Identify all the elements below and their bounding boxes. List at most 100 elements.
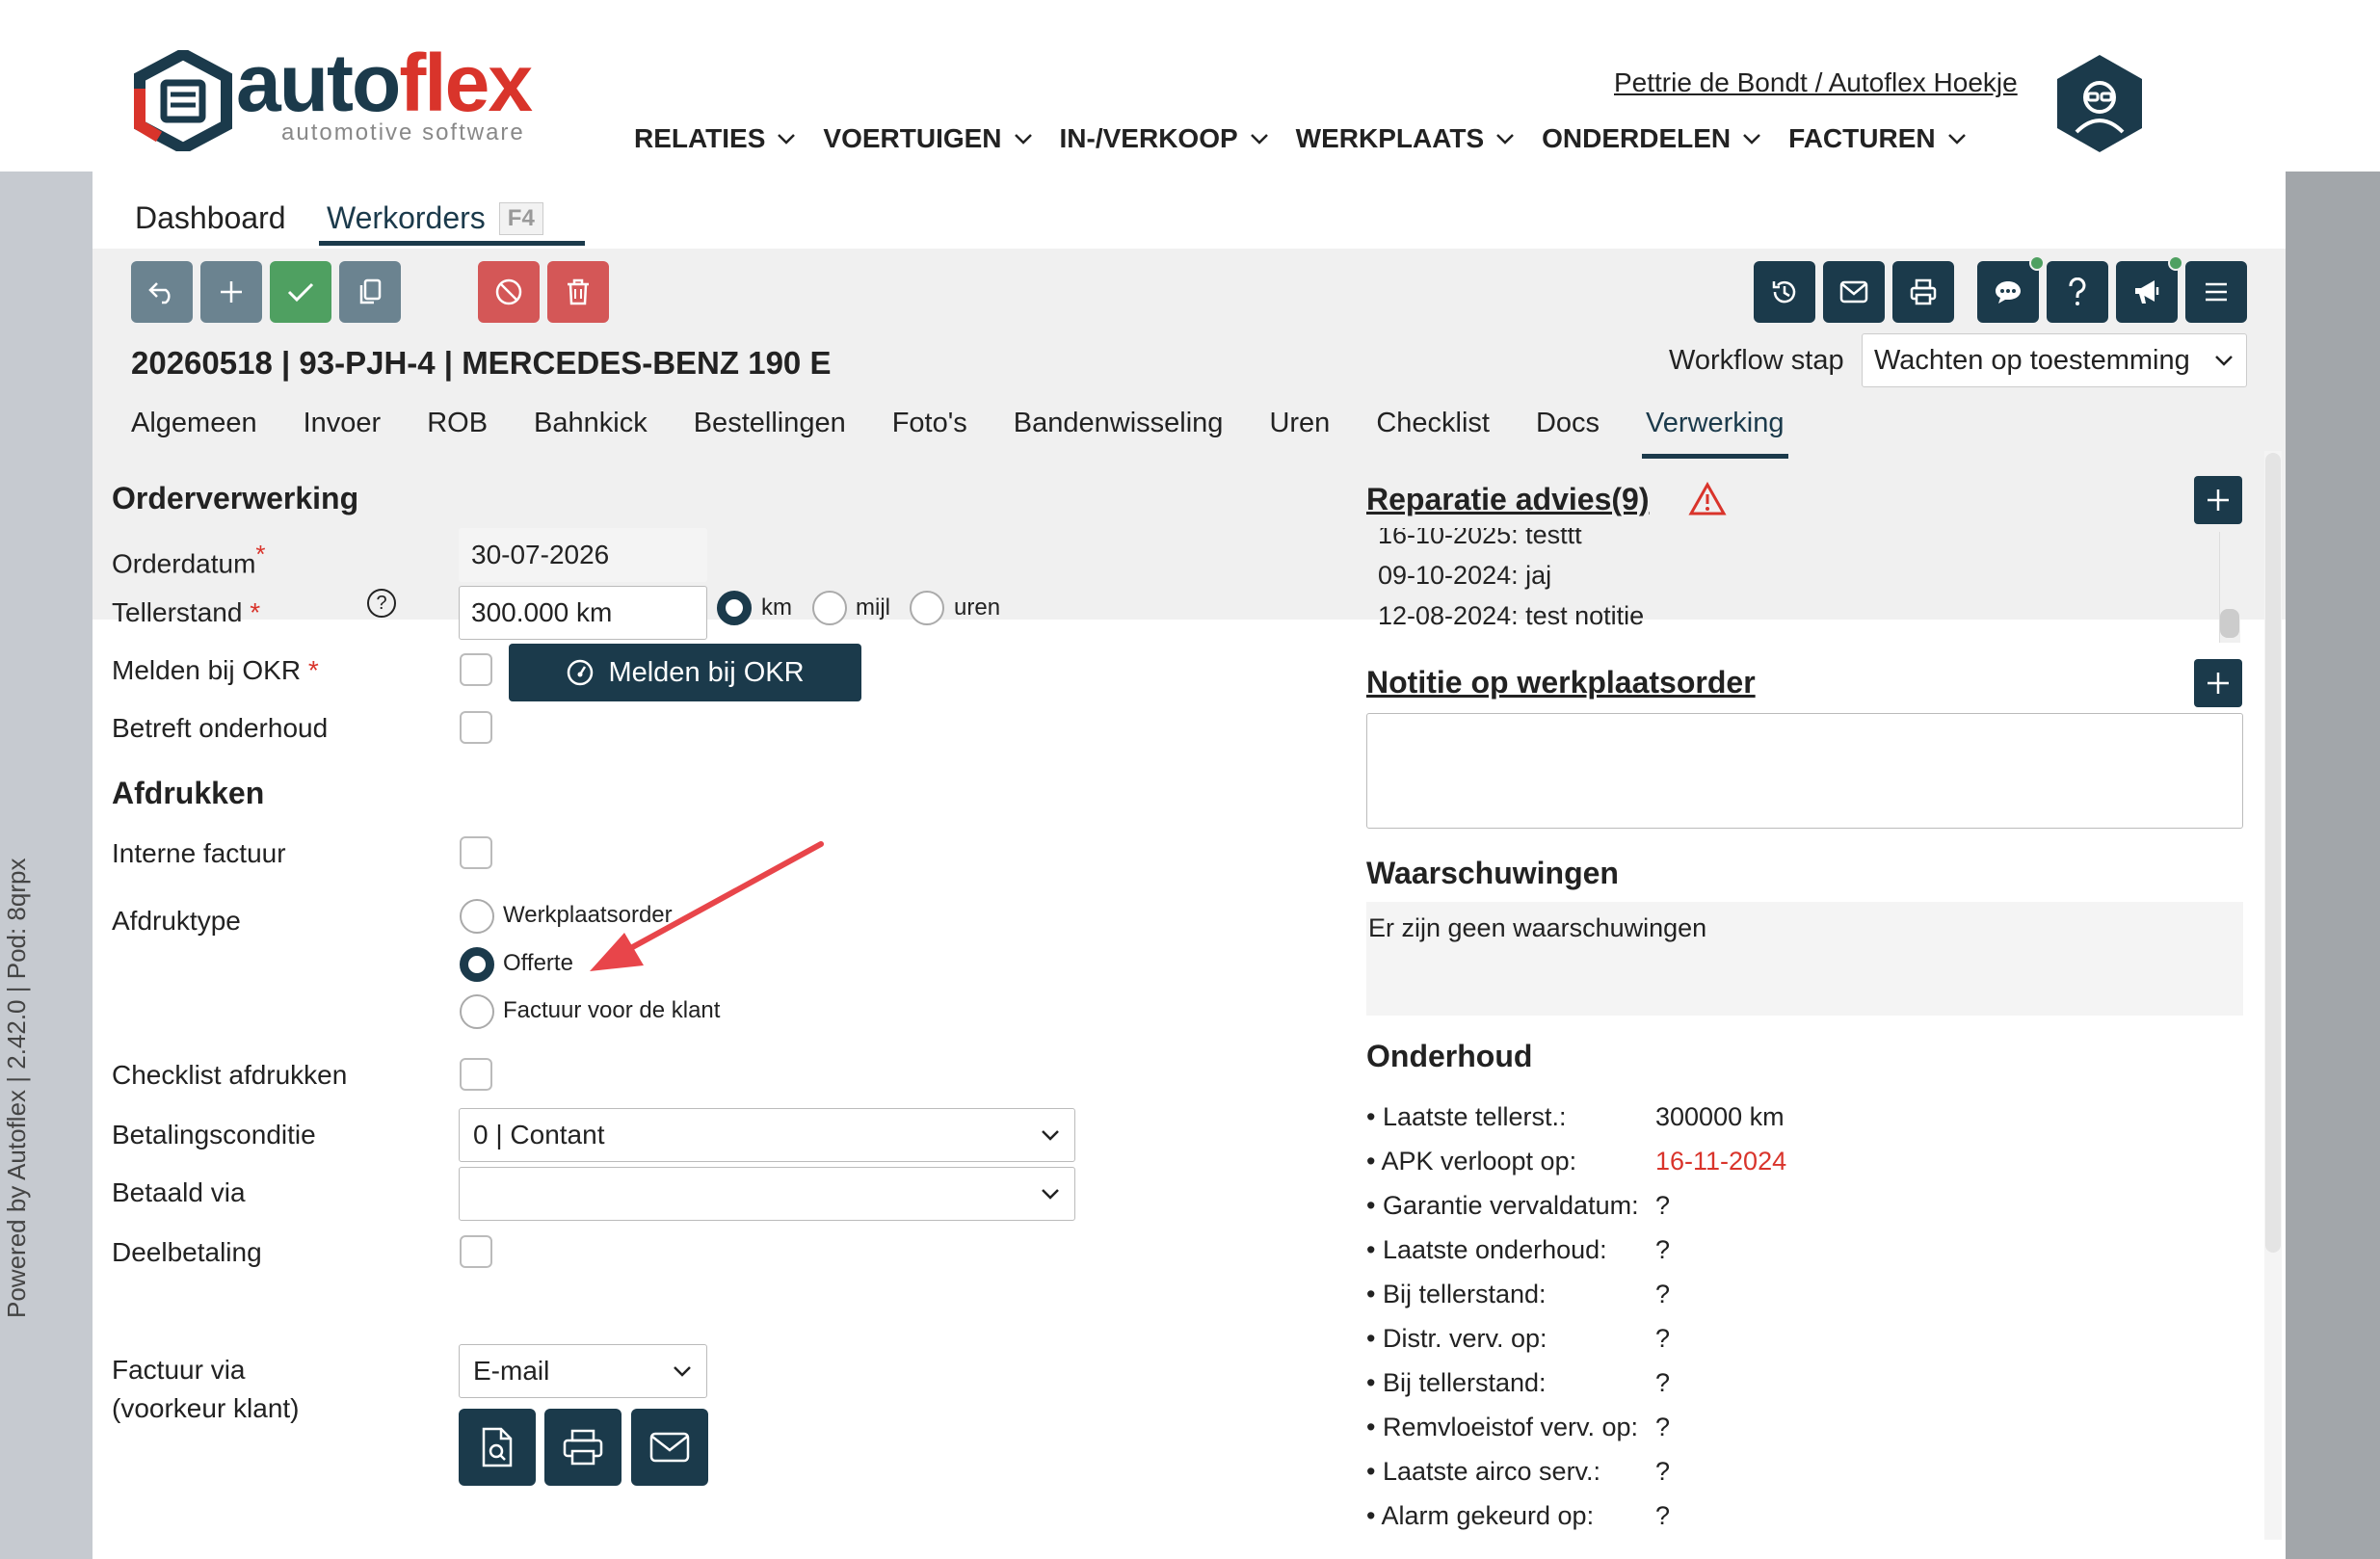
workflow-select[interactable]: Wachten op toestemming xyxy=(1862,333,2247,387)
history-button[interactable] xyxy=(1754,261,1815,323)
add-reparatie-button[interactable] xyxy=(2194,476,2242,524)
nav-voertuigen[interactable]: VOERTUIGEN xyxy=(823,123,1032,154)
nav-relaties[interactable]: RELATIES xyxy=(634,123,796,154)
notitie-heading-link[interactable]: Notitie op werkplaatsorder xyxy=(1366,665,1756,700)
tab-werkorders[interactable]: Werkorders F4 xyxy=(327,200,543,236)
logo-word-flex: flex xyxy=(399,38,533,128)
type-werkplaatsorder-radio[interactable] xyxy=(460,899,494,934)
orderdatum-value: 30-07-2026 xyxy=(471,540,610,569)
waarschuwingen-heading: Waarschuwingen xyxy=(1366,856,1619,890)
reparatie-advies-link[interactable]: Reparatie advies(9) xyxy=(1366,482,1649,517)
cancel-order-button[interactable] xyxy=(478,261,540,323)
type-offerte-radio[interactable] xyxy=(460,947,494,982)
list-item: 12-08-2024: test notitie xyxy=(1378,601,1645,630)
nav-werkplaats[interactable]: WERKPLAATS xyxy=(1296,123,1515,154)
onderhoud-row-value: ? xyxy=(1655,1235,1671,1264)
user-avatar[interactable] xyxy=(2055,53,2144,154)
plus-icon xyxy=(221,281,242,303)
onderhoud-heading: Onderhoud xyxy=(1366,1039,1533,1073)
file-search-icon xyxy=(482,1427,513,1467)
okr-checkbox[interactable] xyxy=(460,653,492,686)
chat-button[interactable] xyxy=(1977,255,2045,323)
email-document-button[interactable] xyxy=(631,1409,708,1486)
add-notitie-button[interactable] xyxy=(2194,659,2242,707)
betreft-onderhoud-checkbox[interactable] xyxy=(460,711,492,744)
list-item: 16-10-2025: testtt xyxy=(1378,528,1582,549)
factuur-via-select[interactable]: E-mail xyxy=(459,1344,707,1398)
betalingsconditie-select[interactable]: 0 | Contant xyxy=(459,1108,1075,1162)
print-document-button[interactable] xyxy=(544,1409,621,1486)
content-scrollbar-thumb[interactable] xyxy=(2265,453,2281,1253)
chevron-down-icon xyxy=(1042,1189,1059,1200)
notes-scrollbar-thumb[interactable] xyxy=(2220,609,2239,638)
save-button[interactable] xyxy=(270,261,331,323)
subtab-invoer[interactable]: Invoer xyxy=(304,408,382,439)
onderhoud-row-label: • Bij tellerstand: xyxy=(1366,1280,1547,1308)
notitie-textarea[interactable] xyxy=(1366,713,2243,829)
menu-button[interactable] xyxy=(2185,261,2247,323)
nav-in-verkoop-label: IN-/VERKOOP xyxy=(1059,123,1238,153)
add-button[interactable] xyxy=(200,261,262,323)
active-tab-indicator xyxy=(319,241,585,246)
subtab-docs[interactable]: Docs xyxy=(1536,408,1600,439)
delete-button[interactable] xyxy=(547,261,609,323)
list-item: 09-10-2024: jaj xyxy=(1378,561,1552,590)
nav-onderdelen[interactable]: ONDERDELEN xyxy=(1542,123,1761,154)
help-icon xyxy=(2069,277,2086,305)
user-link[interactable]: Pettrie de Bondt / Autoflex Hoekje xyxy=(1614,67,2018,98)
interne-factuur-checkbox[interactable] xyxy=(460,836,492,869)
onderhoud-row-label: • Bij tellerstand: xyxy=(1366,1368,1547,1397)
unit-mijl-radio[interactable] xyxy=(812,591,847,625)
subtab-algemeen[interactable]: Algemeen xyxy=(131,408,257,439)
onderhoud-row-label: • Laatste tellerst.: xyxy=(1366,1102,1567,1131)
copy-button[interactable] xyxy=(339,261,401,323)
nav-voertuigen-label: VOERTUIGEN xyxy=(823,123,1002,153)
help-circle-icon[interactable]: ? xyxy=(367,589,396,618)
checklist-afdrukken-label: Checklist afdrukken xyxy=(112,1060,348,1090)
print-button[interactable] xyxy=(1892,261,1954,323)
mail-button[interactable] xyxy=(1823,261,1885,323)
checklist-afdrukken-checkbox[interactable] xyxy=(460,1058,492,1091)
subtab-uren[interactable]: Uren xyxy=(1269,408,1330,439)
tellerstand-input[interactable]: 300.000 km xyxy=(459,586,707,640)
undo-button[interactable] xyxy=(131,261,193,323)
workflow-value: Wachten op toestemming xyxy=(1874,344,2190,376)
melden-okr-button[interactable]: Melden bij OKR xyxy=(509,644,861,701)
betaald-via-select[interactable] xyxy=(459,1167,1075,1221)
onderhoud-row-label: • Laatste airco serv.: xyxy=(1366,1457,1601,1486)
onderhoud-row-label: • Distr. verv. op: xyxy=(1366,1324,1547,1353)
deelbetaling-checkbox[interactable] xyxy=(460,1235,492,1268)
onderhoud-row-value: ? xyxy=(1655,1457,1671,1486)
order-title: 20260518 | 93-PJH-4 | MERCEDES-BENZ 190 … xyxy=(131,345,832,381)
subtab-bahnkick[interactable]: Bahnkick xyxy=(534,408,648,439)
left-strip: Powered by Autoflex | 2.42.0 | Pod: 8qrp… xyxy=(0,172,93,1559)
announcements-button[interactable] xyxy=(2116,255,2183,323)
check-icon xyxy=(287,282,314,303)
onderhoud-row-label: • Remvloeistof verv. op: xyxy=(1366,1413,1639,1441)
logo-hex-icon xyxy=(134,50,232,151)
subtab-verwerking[interactable]: Verwerking xyxy=(1642,408,1788,459)
onderhoud-row-label: • Alarm gekeurd op: xyxy=(1366,1501,1595,1530)
type-factuur-radio[interactable] xyxy=(460,994,494,1029)
nav-relaties-label: RELATIES xyxy=(634,123,766,153)
megaphone-icon xyxy=(2135,280,2159,304)
subtab-bestellingen[interactable]: Bestellingen xyxy=(694,408,846,439)
logo-tagline: automotive software xyxy=(281,119,525,145)
subtab-rob[interactable]: ROB xyxy=(427,408,488,439)
nav-in-verkoop[interactable]: IN-/VERKOOP xyxy=(1060,123,1269,154)
subtab-checklist[interactable]: Checklist xyxy=(1376,408,1490,439)
betalingsconditie-value: 0 | Contant xyxy=(473,1120,605,1149)
tab-dashboard-label: Dashboard xyxy=(135,200,286,235)
subtab-bandenwisseling[interactable]: Bandenwisseling xyxy=(1014,408,1224,439)
unit-uren-radio[interactable] xyxy=(910,591,944,625)
nav-facturen-label: FACTUREN xyxy=(1788,123,1936,153)
preview-document-button[interactable] xyxy=(459,1409,536,1486)
logo-wordmark: autoflex xyxy=(236,42,533,123)
plus-icon xyxy=(2208,489,2229,511)
unit-km-radio[interactable] xyxy=(717,591,752,625)
nav-facturen[interactable]: FACTUREN xyxy=(1788,123,1966,154)
tab-dashboard[interactable]: Dashboard xyxy=(135,200,286,236)
subtab-fotos[interactable]: Foto's xyxy=(892,408,967,439)
help-button[interactable] xyxy=(2047,261,2108,323)
autoflex-logo[interactable]: autoflex automotive software xyxy=(130,42,554,151)
